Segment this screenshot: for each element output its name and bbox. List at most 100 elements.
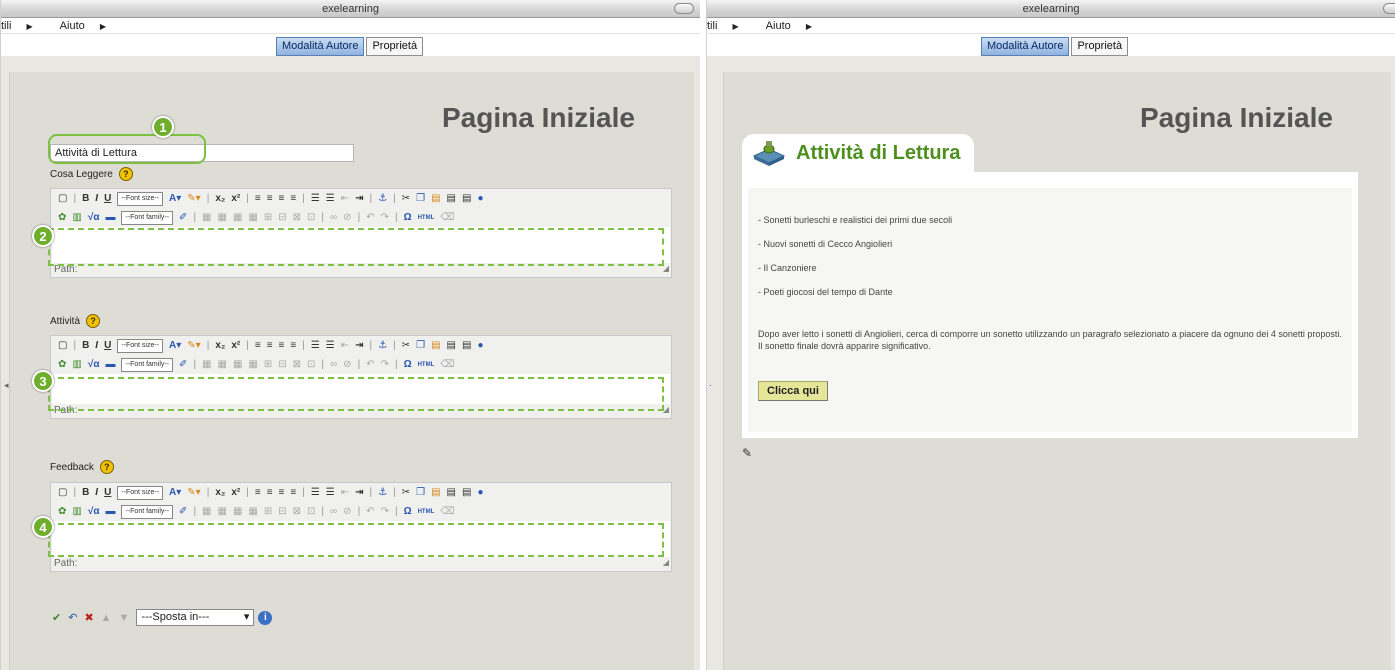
bullet-list-icon[interactable]: ☰ bbox=[311, 487, 320, 498]
new-doc-icon[interactable]: ▢ bbox=[58, 193, 67, 204]
splitter-handle-icon[interactable]: ◂ bbox=[4, 380, 9, 391]
outdent-icon[interactable]: ⇤ bbox=[341, 340, 349, 351]
subscript-icon[interactable]: x₂ bbox=[215, 193, 225, 204]
italic-icon[interactable]: I bbox=[95, 340, 98, 351]
italic-icon[interactable]: I bbox=[95, 193, 98, 204]
paste-text-icon[interactable]: ▤ bbox=[447, 487, 456, 498]
bullet-list-icon[interactable]: ☰ bbox=[311, 340, 320, 351]
table-icon[interactable]: ▦ bbox=[202, 359, 211, 370]
bullet-list-icon[interactable]: ☰ bbox=[311, 193, 320, 204]
indent-icon[interactable]: ⇥ bbox=[355, 340, 363, 351]
outdent-icon[interactable]: ⇤ bbox=[341, 193, 349, 204]
insert-row-icon[interactable]: ⊞ bbox=[264, 212, 272, 223]
html-source-icon[interactable]: HTML bbox=[418, 509, 435, 515]
edit-link-icon[interactable]: ✐ bbox=[179, 212, 187, 223]
bold-icon[interactable]: B bbox=[82, 487, 89, 498]
align-left-icon[interactable]: ≡ bbox=[255, 340, 261, 351]
unlink-icon[interactable]: ⊘ bbox=[343, 359, 351, 370]
redo-icon[interactable]: ↷ bbox=[381, 212, 389, 223]
undo-icon[interactable]: ↶ bbox=[366, 359, 374, 370]
new-doc-icon[interactable]: ▢ bbox=[58, 340, 67, 351]
insert-row-icon[interactable]: ⊞ bbox=[264, 359, 272, 370]
splitter-handle-icon[interactable]: · bbox=[709, 380, 712, 390]
menu-styles[interactable]: tili bbox=[707, 18, 717, 34]
anchor-icon[interactable]: ⚓ bbox=[378, 193, 387, 204]
subscript-icon[interactable]: x₂ bbox=[215, 340, 225, 351]
edit-page-icon[interactable]: ✎ bbox=[742, 446, 752, 460]
undo-changes-icon[interactable]: ↶ bbox=[68, 611, 77, 624]
delete-row-icon[interactable]: ⊟ bbox=[278, 506, 286, 517]
outdent-icon[interactable]: ⇤ bbox=[341, 487, 349, 498]
cell-props-icon[interactable]: ▦ bbox=[248, 359, 257, 370]
anchor-icon[interactable]: ⚓ bbox=[378, 487, 387, 498]
table-icon[interactable]: ▦ bbox=[202, 506, 211, 517]
copy-icon[interactable]: ❐ bbox=[416, 193, 425, 204]
horizontal-rule-icon[interactable]: ▬ bbox=[105, 506, 115, 517]
underline-icon[interactable]: U bbox=[104, 193, 111, 204]
justify-icon[interactable]: ≡ bbox=[290, 340, 296, 351]
delete-icon[interactable]: ✖ bbox=[84, 611, 93, 624]
insert-row-icon[interactable]: ⊞ bbox=[264, 506, 272, 517]
highlight-color-icon[interactable]: ✎▾ bbox=[187, 487, 200, 498]
indent-icon[interactable]: ⇥ bbox=[355, 487, 363, 498]
help-icon[interactable]: ? bbox=[118, 167, 133, 181]
highlight-color-icon[interactable]: ✎▾ bbox=[187, 193, 200, 204]
paste-word-icon[interactable]: ▤ bbox=[462, 487, 471, 498]
zoom-button[interactable] bbox=[1383, 3, 1395, 14]
image-icon[interactable]: ✿ bbox=[58, 506, 66, 517]
special-char-icon[interactable]: Ω bbox=[404, 506, 412, 517]
text-color-icon[interactable]: A▾ bbox=[169, 487, 181, 498]
menu-styles[interactable]: tili bbox=[1, 18, 11, 34]
media-icon[interactable]: ▥ bbox=[72, 359, 81, 370]
move-to-select[interactable]: ---Sposta in--- ▾ bbox=[136, 609, 255, 626]
split-cells-icon[interactable]: ⊠ bbox=[293, 506, 301, 517]
image-icon[interactable]: ✿ bbox=[58, 212, 66, 223]
merge-cells-icon[interactable]: ⊡ bbox=[307, 359, 315, 370]
link-icon[interactable]: ∞ bbox=[330, 212, 337, 223]
indent-icon[interactable]: ⇥ bbox=[355, 193, 363, 204]
superscript-icon[interactable]: x² bbox=[231, 193, 240, 204]
numbered-list-icon[interactable]: ☰ bbox=[326, 193, 335, 204]
text-color-icon[interactable]: A▾ bbox=[169, 340, 181, 351]
undo-icon[interactable]: ↶ bbox=[366, 212, 374, 223]
font-size-select[interactable]: --Font size-- bbox=[117, 338, 164, 353]
row-props-icon[interactable]: ▦ bbox=[233, 506, 242, 517]
cleanup-icon[interactable]: ⌫ bbox=[440, 359, 454, 370]
unlink-icon[interactable]: ⊘ bbox=[343, 506, 351, 517]
underline-icon[interactable]: U bbox=[104, 340, 111, 351]
font-size-select[interactable]: --Font size-- bbox=[117, 191, 164, 206]
help-icon[interactable]: ? bbox=[86, 314, 101, 328]
align-left-icon[interactable]: ≡ bbox=[255, 487, 261, 498]
italic-icon[interactable]: I bbox=[95, 487, 98, 498]
horizontal-rule-icon[interactable]: ▬ bbox=[105, 212, 115, 223]
move-up-icon[interactable]: ▲ bbox=[101, 612, 112, 624]
image-icon[interactable]: ✿ bbox=[58, 359, 66, 370]
edit-link-icon[interactable]: ✐ bbox=[179, 359, 187, 370]
align-left-icon[interactable]: ≡ bbox=[255, 193, 261, 204]
done-icon[interactable]: ✔ bbox=[52, 611, 61, 624]
bold-icon[interactable]: B bbox=[82, 340, 89, 351]
table-props-icon[interactable]: ▦ bbox=[218, 359, 227, 370]
menu-help[interactable]: Aiuto bbox=[766, 18, 791, 34]
paste-text-icon[interactable]: ▤ bbox=[447, 340, 456, 351]
align-right-icon[interactable]: ≡ bbox=[279, 193, 285, 204]
zoom-button[interactable] bbox=[674, 3, 694, 14]
merge-cells-icon[interactable]: ⊡ bbox=[307, 506, 315, 517]
media-icon[interactable]: ▥ bbox=[72, 212, 81, 223]
split-cells-icon[interactable]: ⊠ bbox=[293, 359, 301, 370]
highlight-color-icon[interactable]: ✎▾ bbox=[187, 340, 200, 351]
help-editor-icon[interactable]: ● bbox=[477, 193, 483, 204]
paste-text-icon[interactable]: ▤ bbox=[447, 193, 456, 204]
help-icon[interactable]: ? bbox=[99, 460, 114, 474]
align-center-icon[interactable]: ≡ bbox=[267, 487, 273, 498]
bold-icon[interactable]: B bbox=[82, 193, 89, 204]
tab-author-mode[interactable]: Modalità Autore bbox=[276, 37, 365, 56]
html-source-icon[interactable]: HTML bbox=[418, 215, 435, 221]
unlink-icon[interactable]: ⊘ bbox=[343, 212, 351, 223]
cut-icon[interactable]: ✂ bbox=[402, 487, 410, 498]
info-icon[interactable]: i bbox=[258, 610, 273, 625]
redo-icon[interactable]: ↷ bbox=[381, 359, 389, 370]
delete-row-icon[interactable]: ⊟ bbox=[278, 359, 286, 370]
table-props-icon[interactable]: ▦ bbox=[218, 212, 227, 223]
cleanup-icon[interactable]: ⌫ bbox=[440, 506, 454, 517]
